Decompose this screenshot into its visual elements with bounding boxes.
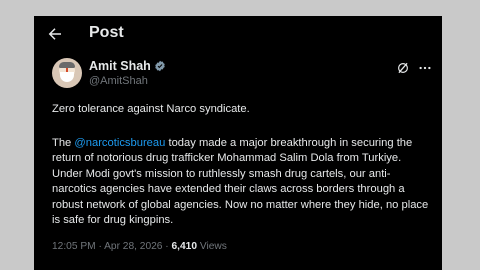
- views-label: Views: [197, 241, 227, 252]
- meta-separator: ·: [95, 241, 105, 252]
- views-count[interactable]: 6,410: [172, 241, 198, 252]
- meta-separator: ·: [162, 241, 172, 252]
- more-icon[interactable]: [418, 61, 432, 75]
- header: Post: [34, 16, 442, 52]
- avatar[interactable]: [52, 58, 82, 88]
- post-text-line1: Zero tolerance against Narco syndicate.: [52, 103, 250, 115]
- mention-link[interactable]: @narcoticsbureau: [74, 137, 165, 149]
- arrow-left-icon[interactable]: [46, 25, 64, 43]
- author-name[interactable]: Amit Shah: [89, 59, 151, 73]
- post-meta: 12:05 PM · Apr 28, 2026 · 6,410 Views: [52, 241, 227, 252]
- post-body: today made a major breakthrough in secur…: [52, 137, 429, 227]
- post-text-body: The @narcoticsbureau today made a major …: [52, 136, 432, 228]
- page-title: Post: [89, 24, 124, 41]
- post-panel: Post Amit Shah @AmitShah Zero tolerance …: [34, 16, 442, 270]
- author-name-row: Amit Shah: [89, 59, 166, 73]
- grok-icon[interactable]: [396, 61, 410, 75]
- author-handle[interactable]: @AmitShah: [89, 75, 148, 87]
- post-time[interactable]: 12:05 PM: [52, 241, 96, 252]
- post-lead: The: [52, 137, 75, 149]
- post-date[interactable]: Apr 28, 2026: [104, 241, 162, 252]
- verified-badge-icon: [155, 60, 165, 72]
